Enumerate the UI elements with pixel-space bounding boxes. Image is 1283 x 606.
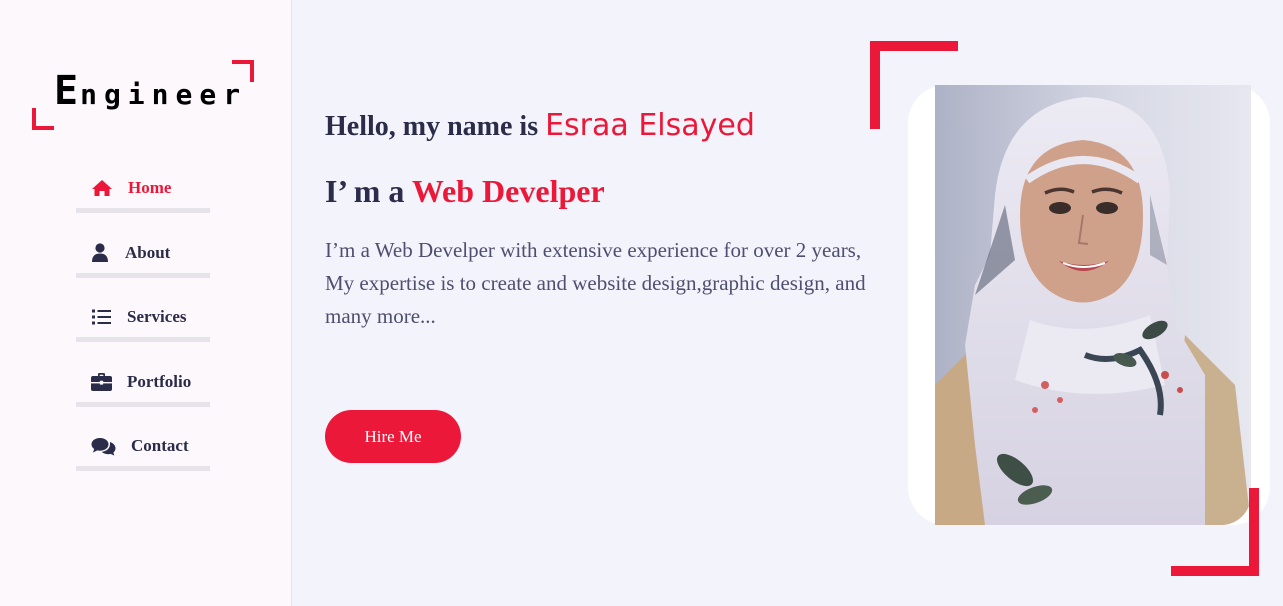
nav-label-contact: Contact [131, 436, 189, 455]
nav-item-services-content: Services [91, 294, 186, 340]
logo-text: Engineer [54, 68, 247, 114]
nav-underline [76, 272, 210, 278]
nav-underline [76, 401, 210, 407]
nav-underline [76, 208, 210, 213]
nav-item-about-content: About [92, 230, 170, 276]
role-prefix: I’ m a [325, 173, 412, 209]
main-nav: Home About Services Portfolio Contact [76, 165, 210, 488]
sidebar: Engineer Home About Services Portfolio C… [0, 0, 292, 606]
greeting-heading: Hello, my name is Esraa Elsayed [325, 108, 755, 143]
hero-description: I’m a Web Develper with extensive experi… [325, 238, 866, 328]
home-icon [91, 178, 113, 198]
logo-initial: E [54, 68, 81, 114]
briefcase-icon [91, 372, 112, 392]
hero-name: Esraa Elsayed [545, 108, 755, 143]
nav-label-services: Services [127, 307, 187, 326]
role-heading: I’ m a Web Develper [325, 173, 605, 210]
nav-item-portfolio[interactable]: Portfolio [76, 359, 210, 424]
logo[interactable]: Engineer [32, 60, 254, 130]
photo-frame-bottom-right [1171, 488, 1259, 576]
greeting-text: Hello, my name is [325, 111, 546, 142]
nav-underline [76, 466, 210, 471]
hire-me-button[interactable]: Hire Me [325, 410, 461, 463]
hero-role: Web Develper [411, 173, 605, 209]
nav-item-home-content: Home [91, 165, 171, 211]
nav-item-about[interactable]: About [76, 230, 210, 295]
nav-label-home: Home [128, 178, 172, 197]
logo-corner-bottom-left [32, 108, 54, 130]
logo-rest: ngineer [80, 78, 248, 111]
nav-label-about: About [125, 242, 171, 262]
nav-item-services[interactable]: Services [76, 294, 210, 359]
nav-item-home[interactable]: Home [76, 165, 210, 230]
nav-label-portfolio: Portfolio [127, 371, 192, 391]
user-icon [92, 243, 108, 263]
nav-item-portfolio-content: Portfolio [91, 359, 191, 405]
nav-item-contact[interactable]: Contact [76, 423, 210, 488]
profile-photo [935, 85, 1251, 525]
comments-icon [91, 436, 116, 456]
nav-item-contact-content: Contact [91, 423, 189, 469]
list-icon [91, 307, 111, 327]
nav-underline [76, 337, 210, 342]
